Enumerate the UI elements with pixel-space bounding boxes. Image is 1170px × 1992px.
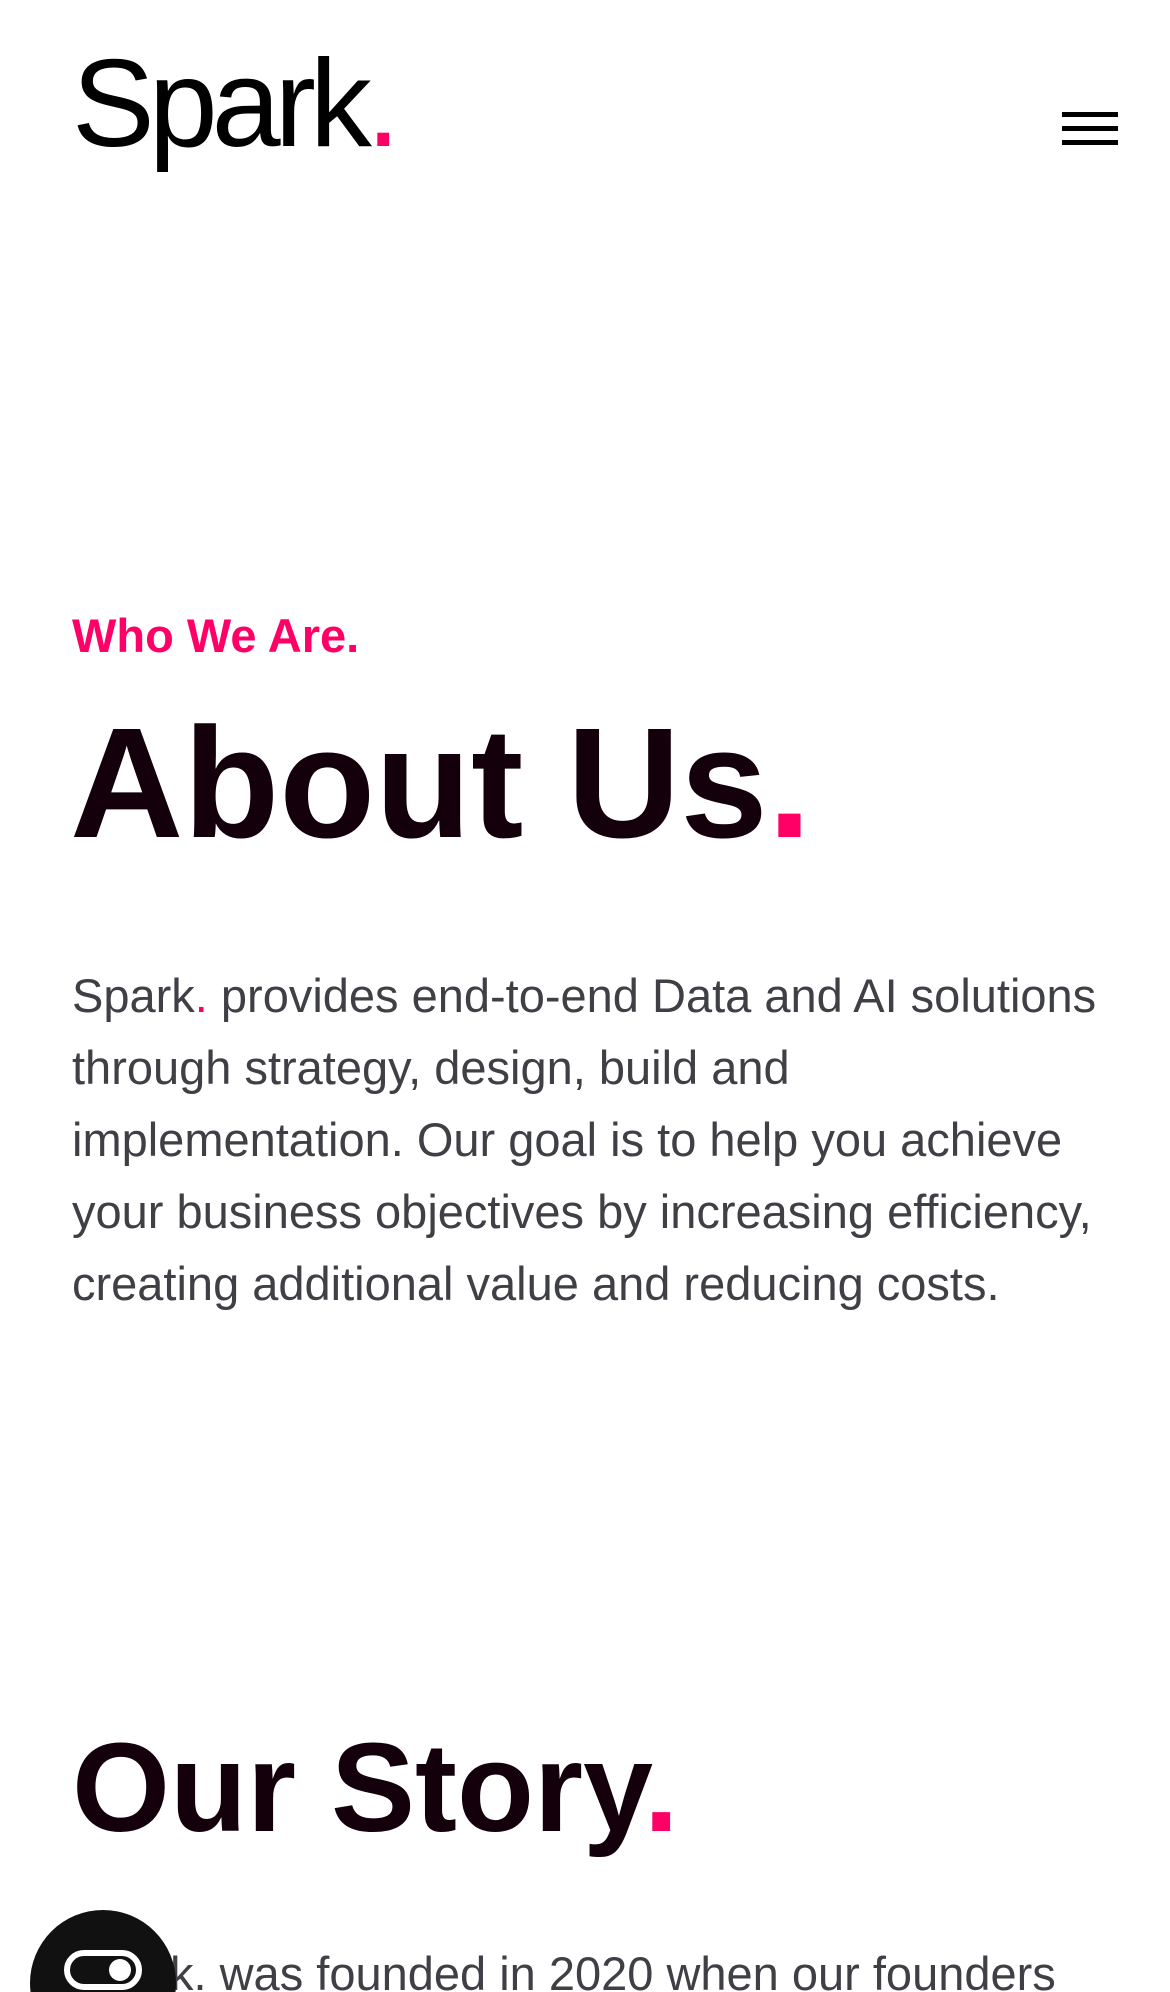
spark-logo[interactable]: Spark. [72,42,400,166]
chat-toggle-icon [64,1950,142,1990]
intro-text: provides end-to-end Data and AI solution… [72,969,1097,1310]
chat-widget-button[interactable] [30,1910,176,1992]
intro-brand-dot: . [194,969,208,1022]
site-header: Spark. [0,0,1170,220]
story-text: k. was founded in 2020 when our founders [170,1947,1056,1992]
menu-bar-top [1062,112,1118,117]
story-paragraph: k. was founded in 2020 when our founders [72,1938,1132,1992]
intro-paragraph: Spark. provides end-to-end Data and AI s… [72,960,1112,1320]
about-page: Spark. Who We Are. About Us. Spark. prov… [0,0,1170,1992]
logo-text: Spark [72,35,372,173]
section-eyebrow: Who We Are. [72,609,360,662]
hamburger-menu-icon[interactable] [1062,108,1120,156]
story-title-text: Our Story [72,1717,644,1858]
menu-bar-middle [1062,126,1118,131]
story-title-dot: . [643,1717,679,1858]
menu-bar-bottom [1062,140,1118,145]
logo-dot: . [365,35,401,173]
page-title-text: About Us [70,696,768,871]
intro-brand: Spark [72,969,195,1022]
page-title: About Us. [70,694,811,875]
story-title: Our Story. [72,1716,679,1861]
page-title-dot: . [767,696,812,871]
